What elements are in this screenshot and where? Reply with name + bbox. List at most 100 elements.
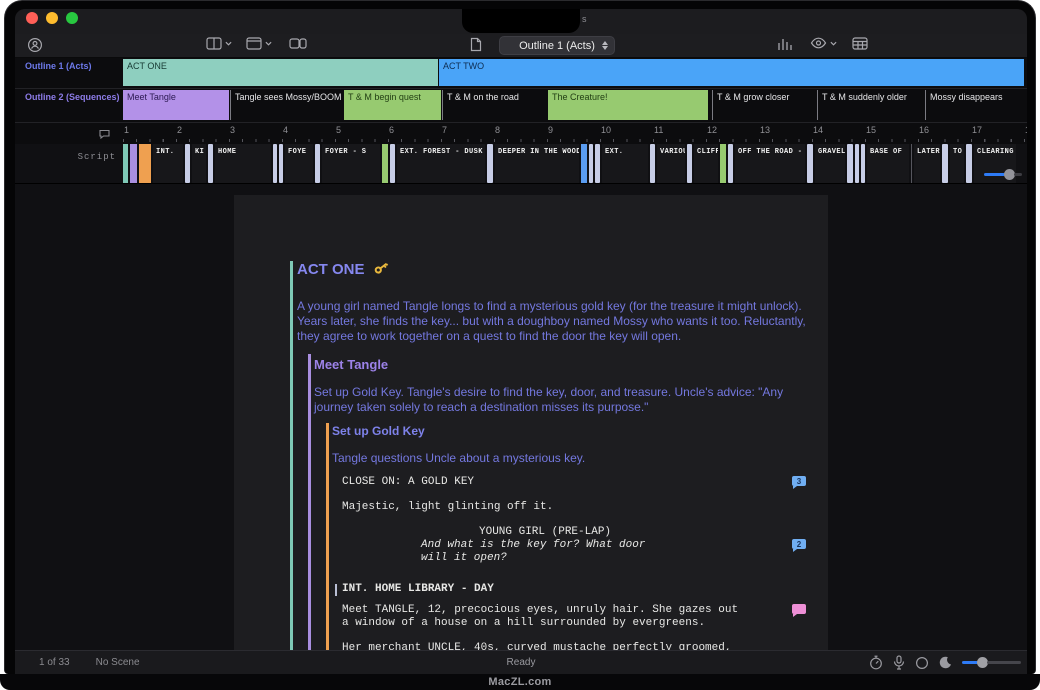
act-heading[interactable]: ACT ONE	[297, 259, 828, 280]
toolbar: Outline 1 (Acts)	[15, 34, 1027, 58]
scene-segment[interactable]: EXT. FOREST - DUSK	[397, 144, 485, 183]
scene-divider-bar[interactable]	[315, 144, 320, 183]
outline-selector[interactable]: Outline 1 (Acts)	[499, 36, 615, 55]
revision-badge[interactable]: 2	[792, 539, 806, 549]
minimize-button[interactable]	[46, 12, 58, 24]
overlap-panels-icon[interactable]	[289, 37, 307, 50]
timeline-zoom-slider[interactable]	[984, 169, 1022, 180]
act-heading-text: ACT ONE	[297, 261, 365, 278]
scene-segment[interactable]: INT.	[153, 144, 183, 183]
table-icon[interactable]	[852, 37, 868, 50]
scene-divider-bar[interactable]	[847, 144, 853, 183]
scene-segment[interactable]: VARIOU	[657, 144, 685, 183]
comment-marker-icon[interactable]	[792, 604, 806, 614]
scene-segment[interactable]: FOYE	[285, 144, 313, 183]
scene-segment[interactable]: FOYER - S	[322, 144, 380, 183]
scene-segment[interactable]: BASE OF	[867, 144, 909, 183]
act-synopsis[interactable]: A young girl named Tangle longs to find …	[297, 299, 823, 344]
scene-segment[interactable]: CLIFF	[694, 144, 718, 183]
status-bar: 1 of 33 No Scene Ready	[15, 650, 1027, 674]
script-text: INT. HOME LIBRARY - DAY	[342, 583, 494, 595]
ruler-number: 15	[866, 125, 876, 135]
revision-badge[interactable]: 3	[792, 476, 806, 486]
script-line-scene_heading[interactable]: INT. HOME LIBRARY - DAY	[342, 583, 820, 596]
scene-divider-bar[interactable]	[273, 144, 277, 183]
document-page[interactable]: ACT ONE A young girl named Tang	[234, 195, 828, 650]
section-marker-bar[interactable]	[581, 144, 587, 183]
sequence-heading[interactable]: Meet Tangle	[314, 357, 828, 372]
section-marker-bar[interactable]	[123, 144, 128, 183]
comment-icon[interactable]	[99, 126, 110, 144]
microphone-icon[interactable]	[893, 655, 905, 670]
timeline-block[interactable]: T & M begin quest	[344, 90, 441, 120]
ruler-number: 4	[283, 125, 288, 135]
script-text: CLOSE ON: A GOLD KEY	[342, 476, 474, 488]
scene-segment[interactable]: LATER	[914, 144, 940, 183]
timeline-block[interactable]: T & M suddenly older	[817, 90, 924, 120]
key-icon	[373, 259, 390, 280]
timer-icon[interactable]	[869, 655, 883, 670]
split-view-icon[interactable]	[206, 37, 232, 50]
section-marker-bar[interactable]	[130, 144, 137, 183]
script-text: Meet TANGLE, 12, precocious eyes, unruly…	[342, 604, 738, 629]
scene-divider-bar[interactable]	[855, 144, 859, 183]
section-marker-bar[interactable]	[720, 144, 726, 183]
scene-divider-bar[interactable]	[595, 144, 600, 183]
scene-section-synopsis[interactable]: Tangle questions Uncle about a mysteriou…	[332, 451, 828, 465]
script-line-character[interactable]: YOUNG GIRL (PRE-LAP)	[479, 526, 820, 539]
bar-chart-icon[interactable]	[777, 37, 793, 51]
scene-segment[interactable]: GRAVEL	[815, 144, 845, 183]
brightness-slider[interactable]	[962, 657, 1021, 668]
chevron-down-icon	[830, 41, 837, 46]
window-layout-icon[interactable]	[246, 37, 272, 50]
script-line-dialogue[interactable]: And what is the key for? What door will …	[421, 539, 820, 565]
section-marker-bar[interactable]	[139, 144, 151, 183]
scene-segment[interactable]: HOME	[215, 144, 271, 183]
timeline-block[interactable]: T & M on the road	[442, 90, 548, 120]
ruler-number: 10	[601, 125, 611, 135]
timeline-block[interactable]: Meet Tangle	[123, 90, 229, 120]
editor-background: ACT ONE A young girl named Tang	[15, 184, 1027, 650]
focus-circle-icon[interactable]	[915, 656, 929, 670]
scene-divider-bar[interactable]	[185, 144, 190, 183]
scene-segment[interactable]: DEEPER IN THE WOODS	[495, 144, 579, 183]
sequence-synopsis[interactable]: Set up Gold Key. Tangle's desire to find…	[314, 385, 822, 415]
timeline-block[interactable]: ACT ONE	[123, 59, 438, 86]
scene-divider-bar[interactable]	[728, 144, 733, 183]
timeline-block[interactable]: The Creature!	[548, 90, 708, 120]
zoom-button[interactable]	[66, 12, 78, 24]
scene-divider-bar[interactable]	[487, 144, 493, 183]
script-line-action[interactable]: Meet TANGLE, 12, precocious eyes, unruly…	[342, 604, 820, 630]
scene-divider-bar[interactable]	[966, 144, 972, 183]
scene-divider-bar[interactable]	[807, 144, 813, 183]
timeline-block[interactable]: T & M grow closer	[712, 90, 816, 120]
visibility-icon[interactable]	[810, 37, 837, 49]
scene-segment[interactable]: OFF THE ROAD -	[735, 144, 805, 183]
section-marker-bar[interactable]	[382, 144, 388, 183]
script-line-action[interactable]: CLOSE ON: A GOLD KEY 3	[342, 476, 820, 489]
timeline-block[interactable]: Tangle sees Mossy/BOOM	[230, 90, 344, 120]
scene-divider-bar[interactable]	[687, 144, 692, 183]
scene-segment[interactable]: TO	[950, 144, 964, 183]
scene-divider-bar[interactable]	[589, 144, 593, 183]
scene-divider-bar[interactable]	[279, 144, 283, 183]
script-text: YOUNG GIRL (PRE-LAP)	[479, 526, 611, 538]
scene-section-heading[interactable]: Set up Gold Key	[332, 424, 828, 438]
timeline-panel: Outline 1 (Acts) ACT ONEACT TWO Outline …	[15, 58, 1027, 184]
scene-divider-bar[interactable]	[650, 144, 655, 183]
scene-segment[interactable]: EXT.	[602, 144, 648, 183]
scene-divider-bar[interactable]	[942, 144, 948, 183]
document-icon[interactable]	[470, 37, 482, 52]
timeline-block[interactable]: Mossy disappears	[925, 90, 1024, 120]
collaboration-icon[interactable]	[27, 37, 43, 53]
timeline-block[interactable]: ACT TWO	[439, 59, 1024, 86]
scene-segment[interactable]: KI	[192, 144, 206, 183]
dark-mode-moon-icon[interactable]	[939, 656, 952, 669]
script-line-action[interactable]: Majestic, light glinting off it.	[342, 501, 820, 514]
traffic-lights	[26, 12, 78, 24]
scene-divider-bar[interactable]	[390, 144, 395, 183]
scene-divider-bar[interactable]	[208, 144, 213, 183]
close-button[interactable]	[26, 12, 38, 24]
scene-divider-bar[interactable]	[861, 144, 865, 183]
outline-selector-value: Outline 1 (Acts)	[519, 40, 595, 52]
